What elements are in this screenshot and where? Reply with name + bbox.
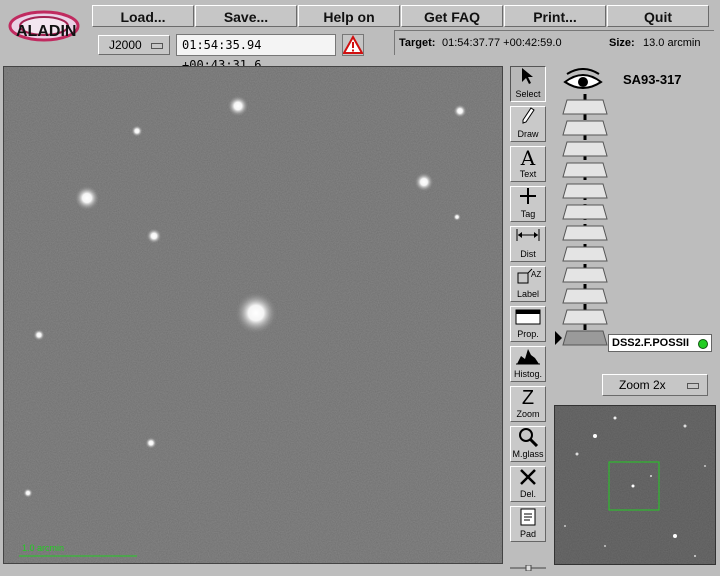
tag-tool-button[interactable]: Tag [510, 186, 546, 222]
empty-plane[interactable] [562, 141, 608, 157]
star [146, 228, 162, 244]
scale-label: 1.0 arcmin [22, 543, 64, 553]
get-faq-button[interactable]: Get FAQ [401, 5, 503, 27]
distance-icon [511, 227, 545, 249]
dist-tool-button[interactable]: Dist [510, 226, 546, 262]
empty-plane[interactable] [562, 246, 608, 262]
frame-select-value: J2000 [109, 38, 142, 52]
label-icon: AZ [511, 267, 545, 289]
star [131, 125, 143, 137]
empty-plane[interactable] [562, 204, 608, 220]
crosshair-icon [511, 187, 545, 209]
active-image-plane[interactable] [562, 330, 608, 346]
location-field[interactable]: 01:54:35.94 +00:43:31.6 [176, 34, 336, 72]
star [227, 95, 249, 117]
size-value: 13.0 arcmin [643, 37, 701, 49]
current-plane-marker-icon [555, 331, 562, 345]
magnifier-icon [511, 427, 545, 449]
draw-tool-button[interactable]: Draw [510, 106, 546, 142]
sky-image: 1.0 arcmin [4, 67, 502, 563]
load-button[interactable]: Load... [92, 5, 194, 27]
object-name: SA93-317 [623, 72, 682, 87]
empty-plane[interactable] [562, 309, 608, 325]
zoom-select[interactable]: Zoom 2x [602, 374, 708, 396]
overview-thumbnail[interactable] [554, 405, 716, 565]
empty-plane[interactable] [562, 267, 608, 283]
notepad-icon [511, 507, 545, 529]
magnifier-tool-button[interactable]: M.glass [510, 426, 546, 462]
sky-image-view[interactable]: 1.0 arcmin [3, 66, 503, 564]
zoom-tool-button[interactable]: Z Zoom [510, 386, 546, 422]
histogram-icon [511, 347, 545, 369]
frame-select[interactable]: J2000 [98, 35, 170, 55]
delete-icon [511, 467, 545, 489]
thumbnail-image [555, 406, 715, 564]
star [145, 437, 157, 449]
properties-icon [511, 307, 545, 329]
empty-plane[interactable] [562, 120, 608, 136]
star [453, 104, 467, 118]
histogram-tool-button[interactable]: Histog. [510, 346, 546, 382]
aladin-logo: ALADIN [6, 4, 88, 52]
text-tool-button[interactable]: A Text [510, 146, 546, 182]
label-tool-button[interactable]: AZ Label [510, 266, 546, 302]
save-button[interactable]: Save... [195, 5, 297, 27]
size-label: Size: [609, 37, 635, 49]
survey-plane-label[interactable]: DSS2.F.POSSII [608, 334, 712, 352]
text-icon: A [520, 146, 536, 170]
target-value: 01:54:37.77 +00:42:59.0 [442, 37, 562, 49]
help-button[interactable]: Help on [298, 5, 400, 27]
pencil-icon [511, 107, 545, 129]
delete-tool-button[interactable]: Del. [510, 466, 546, 502]
star [414, 172, 434, 192]
star [234, 291, 278, 335]
zoom-select-value: Zoom 2x [619, 378, 666, 392]
plane-stack[interactable] [555, 94, 615, 356]
star [74, 185, 100, 211]
select-tool-button[interactable]: Select [510, 66, 546, 102]
empty-plane[interactable] [562, 288, 608, 304]
pad-tool-button[interactable]: Pad [510, 506, 546, 542]
star [453, 213, 461, 221]
star [33, 329, 45, 341]
print-button[interactable]: Print... [504, 5, 606, 27]
target-label: Target: [399, 37, 436, 49]
svg-text:AZ: AZ [531, 270, 541, 279]
empty-plane[interactable] [562, 99, 608, 115]
quit-button[interactable]: Quit [607, 5, 709, 27]
arrow-cursor-icon [511, 67, 545, 89]
dropdown-knob-icon [151, 43, 163, 49]
plane-stack-panel: SA93-317 [555, 66, 715, 356]
dropdown-knob-icon [687, 383, 699, 389]
svg-text:ALADIN: ALADIN [16, 23, 76, 40]
prop-tool-button[interactable]: Prop. [510, 306, 546, 342]
target-info: Target: 01:54:37.77 +00:42:59.0 Size: 13… [394, 30, 714, 55]
status-dot-icon [698, 339, 708, 349]
empty-plane[interactable] [562, 183, 608, 199]
tool-palette: Select Draw A Text Tag Dist AZ Label Pro… [508, 66, 550, 572]
warning-icon[interactable] [342, 34, 364, 56]
survey-name: DSS2.F.POSSII [612, 337, 690, 349]
tool-slider[interactable] [510, 558, 546, 572]
zoom-icon: Z [521, 387, 535, 409]
empty-plane[interactable] [562, 225, 608, 241]
star [23, 488, 33, 498]
empty-plane[interactable] [562, 162, 608, 178]
